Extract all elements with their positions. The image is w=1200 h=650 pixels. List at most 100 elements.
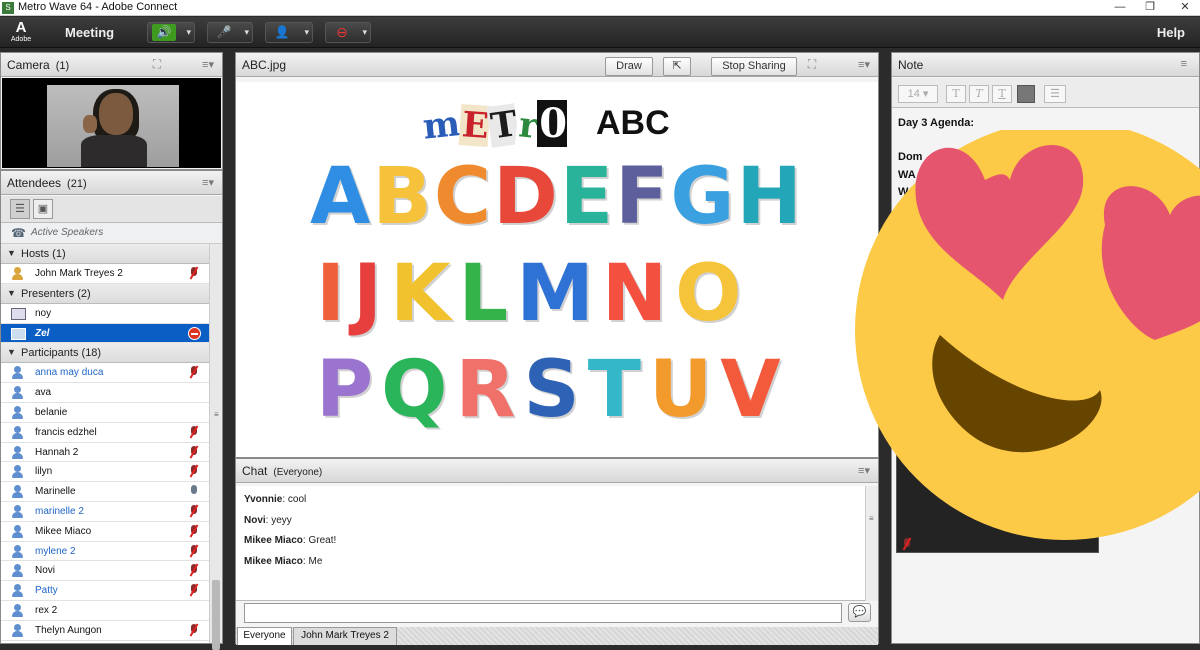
hosts-group-header[interactable]: ▼ Hosts (1): [1, 244, 210, 264]
status-button[interactable]: ⊖ ▾: [325, 22, 371, 43]
note-line[interactable]: WA: [898, 186, 916, 198]
attendee-row[interactable]: noy: [1, 303, 210, 324]
attendee-row[interactable]: Mikee Miaco: [1, 521, 210, 542]
alphabet-letter: N: [601, 249, 668, 339]
mic-muted-icon: [188, 464, 200, 478]
speaker-toggle-button[interactable]: 🔊 ▾: [147, 22, 195, 43]
chevron-down-icon[interactable]: ▾: [244, 27, 249, 38]
pod-menu-icon[interactable]: ≡▾: [202, 176, 214, 189]
participants-group-header[interactable]: ▼ Participants (18): [1, 343, 210, 364]
chat-scope: (Everyone): [273, 467, 323, 478]
chat-scrollbar[interactable]: ≡: [865, 486, 878, 601]
attendee-name: Novi: [35, 565, 56, 577]
stop-sharing-button[interactable]: Stop Sharing: [711, 57, 797, 76]
attendee-row[interactable]: mylene 2: [1, 541, 210, 562]
draw-button[interactable]: Draw: [605, 57, 653, 76]
pod-menu-icon[interactable]: ≡▾: [858, 464, 870, 477]
attendee-row[interactable]: rex 2: [1, 600, 210, 621]
pod-menu-icon[interactable]: ≡: [1181, 58, 1187, 70]
breakout-view-icon[interactable]: ▣: [33, 199, 53, 219]
attendee-list-scrollbar[interactable]: ≡: [209, 244, 222, 650]
chat-input[interactable]: [244, 603, 842, 623]
minimize-button[interactable]: —: [1105, 0, 1135, 16]
text-color-icon[interactable]: [1017, 85, 1035, 103]
abc-heading: ABC: [596, 104, 670, 142]
fullscreen-icon[interactable]: ⛶: [804, 57, 820, 73]
attendee-row[interactable]: lilyn: [1, 462, 210, 483]
attendee-row[interactable]: belanie: [1, 402, 210, 423]
chat-text: cool: [287, 494, 307, 505]
alphabet-letter: J: [353, 249, 383, 339]
attendee-row[interactable]: anna may duca: [1, 363, 210, 384]
chat-tab-everyone[interactable]: Everyone: [237, 627, 292, 645]
attendee-row[interactable]: Thelyn Aungon: [1, 620, 210, 641]
camera-user-name: yvo: [949, 492, 970, 506]
mic-muted-icon: [188, 623, 200, 637]
font-size-select[interactable]: 14 ▾: [898, 85, 938, 103]
mic-muted-icon: [188, 583, 200, 597]
user-icon: [11, 544, 24, 558]
collapse-triangle-icon[interactable]: ▼: [7, 347, 16, 357]
attendee-row[interactable]: marinelle 2: [1, 501, 210, 522]
mic-muted-icon: [188, 524, 200, 538]
note-agenda-title[interactable]: Day 3 Agenda:: [898, 117, 974, 129]
collapse-triangle-icon[interactable]: ▼: [7, 248, 16, 258]
attendee-name: francis edzhel: [35, 426, 97, 438]
note-line[interactable]: F: [898, 203, 905, 215]
alphabet-letter: O: [675, 249, 742, 339]
meeting-menu[interactable]: Meeting: [65, 25, 114, 40]
microphone-toggle-button[interactable]: 🎤 ▾: [207, 22, 253, 43]
host-user-icon: [11, 267, 24, 280]
user-icon: [11, 405, 24, 419]
window-titlebar: S Metro Wave 64 - Adobe Connect — ❐ ✕: [0, 0, 1200, 16]
scrollbar-thumb[interactable]: [212, 580, 220, 650]
pod-menu-icon[interactable]: ≡▾: [202, 58, 214, 71]
close-button[interactable]: ✕: [1170, 0, 1200, 16]
collapse-triangle-icon[interactable]: ▼: [7, 288, 16, 298]
alphabet-letter: A: [310, 152, 371, 242]
chat-text: Great!: [308, 535, 337, 546]
attendee-row[interactable]: Patty: [1, 581, 210, 601]
attendees-pod-title: Attendees: [7, 176, 62, 190]
mic-muted-icon: [901, 537, 913, 551]
webcam-toggle-button[interactable]: 👤 ▾: [265, 22, 313, 43]
participants-rows: anna may duca ava belanie francis edzhel Han…: [1, 363, 210, 641]
user-icon: [11, 623, 24, 637]
chevron-down-icon[interactable]: ▾: [362, 27, 367, 38]
mic-muted-icon: [188, 544, 200, 558]
alphabet-letter: K: [390, 249, 451, 339]
underline-icon[interactable]: T: [992, 85, 1012, 103]
alphabet-letter: H: [736, 152, 802, 242]
chat-text: Me: [308, 555, 323, 567]
attendee-name: lilyn: [35, 466, 53, 478]
presenters-group-header[interactable]: ▼ Presenters (2): [1, 283, 210, 304]
chat-tab-private[interactable]: John Mark Treyes 2: [293, 627, 397, 645]
send-message-button[interactable]: 💬: [848, 603, 871, 622]
chevron-down-icon[interactable]: ▾: [186, 27, 191, 38]
pod-menu-icon[interactable]: ≡▾: [858, 58, 870, 71]
chat-sender: Mikee Miaco: [244, 535, 303, 546]
user-icon: [11, 425, 24, 439]
attendee-name: marinelle 2: [35, 505, 84, 517]
pointer-tool-icon[interactable]: ⇱: [663, 57, 691, 76]
attendee-row[interactable]: francis edzhel: [1, 422, 210, 443]
attendee-row[interactable]: Marinelle: [1, 482, 210, 502]
fullscreen-icon[interactable]: ⛶: [149, 57, 165, 73]
attendee-row[interactable]: John Mark Treyes 2: [1, 264, 210, 284]
maximize-button[interactable]: ❐: [1135, 0, 1165, 16]
attendee-row[interactable]: ava: [1, 383, 210, 403]
help-menu[interactable]: Help: [1157, 25, 1185, 40]
note-line[interactable]: Dom: [898, 151, 922, 163]
attendee-row[interactable]: Novi: [1, 561, 210, 582]
chat-pod-header: Chat (Everyone) ≡▾: [236, 459, 878, 483]
italic-icon[interactable]: T: [969, 85, 989, 103]
attendee-row[interactable]: Zel: [1, 323, 210, 344]
bold-icon[interactable]: T: [946, 85, 966, 103]
chevron-down-icon[interactable]: ▾: [304, 27, 309, 38]
note-line[interactable]: WA: [898, 169, 916, 181]
share-pod-header: ABC.jpg Draw ⇱ Stop Sharing ⛶ ≡▾: [236, 53, 878, 77]
user-icon: [11, 584, 24, 598]
list-view-icon[interactable]: ☰: [10, 199, 30, 219]
bullet-list-icon[interactable]: ☰: [1044, 85, 1066, 103]
attendee-row[interactable]: Hannah 2: [1, 442, 210, 463]
